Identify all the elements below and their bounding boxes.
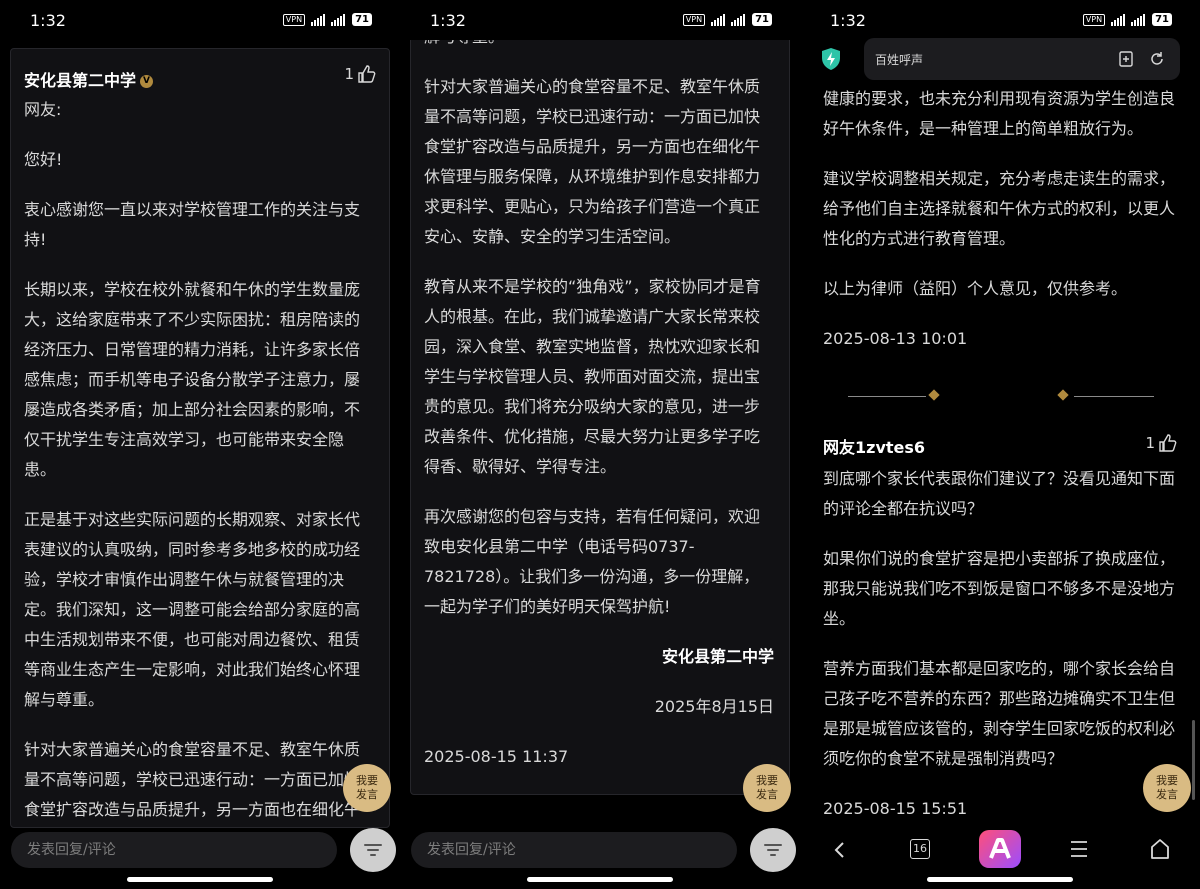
tabs-button[interactable]: 16 — [910, 839, 930, 859]
status-bar: 1:32 VPN 71 — [400, 0, 800, 40]
paragraph: 再次感谢您的包容与支持，若有任何疑问，欢迎致电安化县第二中学（电话号码0737-… — [424, 507, 761, 616]
paragraph: 衷心感谢您一直以来对学校管理工作的关注与支持! — [24, 200, 361, 249]
refresh-icon[interactable] — [1149, 51, 1165, 67]
divider — [1074, 396, 1154, 397]
verified-icon: V — [140, 75, 154, 88]
shield-button[interactable] — [820, 47, 842, 75]
paragraph: 长期以来，学校在校外就餐和午休的学生数量庞大，这给家庭带来了不少实际困扰：租房陪… — [24, 280, 361, 479]
sort-button[interactable] — [350, 828, 396, 872]
menu-icon[interactable] — [1069, 840, 1089, 858]
address-bar[interactable]: 百姓呼声 — [864, 38, 1180, 80]
scrollbar[interactable] — [1192, 720, 1195, 800]
like-count: 1 — [344, 65, 354, 83]
paragraph: 营养方面我们基本都是回家吃的，哪个家长会给自己孩子吃不营养的东西？那些路边摊确实… — [823, 659, 1176, 768]
shield-icon — [822, 48, 840, 70]
speak-label: 我要发言 — [356, 774, 378, 801]
post-timestamp: 2025-08-15 11:37 — [424, 747, 569, 766]
reply-body: 网友: 您好! 衷心感谢您一直以来对学校管理工作的关注与支持! 长期以来，学校在… — [24, 95, 374, 827]
reply-body: 到底哪个家长代表跟你们建议了？没看见通知下面的评论全都在抗议吗？ 如果你们说的食… — [823, 464, 1178, 844]
back-icon[interactable] — [830, 840, 850, 860]
status-bar: 1:32 VPN 71 — [800, 0, 1200, 40]
vpn-icon: VPN — [682, 13, 706, 26]
status-bar: 1:32 VPN 71 — [0, 0, 400, 40]
tab-count: 16 — [913, 842, 927, 855]
vpn-icon: VPN — [282, 13, 306, 26]
comment-timestamp: 2025-08-13 10:01 — [823, 329, 968, 348]
thumbs-up-icon — [1159, 434, 1177, 452]
author-name: 安化县第二中学 — [24, 71, 137, 90]
paragraph: 针对大家普遍关心的食堂容量不足、教室午休质量不高等问题，学校已迅速行动：一方面已… — [424, 77, 761, 246]
comment-input[interactable]: 发表回复/评论 — [411, 832, 737, 868]
vpn-icon: VPN — [1082, 13, 1106, 26]
system-icons: VPN 71 — [282, 13, 372, 26]
signature-date: 2025年8月15日 — [654, 697, 774, 716]
signal2-icon — [1131, 13, 1146, 26]
app-logo-icon — [989, 838, 1011, 859]
status-time: 1:32 — [830, 11, 866, 30]
app-home-button[interactable] — [979, 830, 1021, 868]
sort-icon — [764, 844, 782, 856]
paragraph: 如果你们说的食堂扩容是把小卖部拆了换成座位，那我只能说我们吃不到饭是窗口不够多不… — [823, 549, 1176, 628]
divider-ornament — [928, 389, 940, 401]
battery-icon: 71 — [1152, 13, 1172, 26]
paragraph: 健康的要求，也未充分利用现有资源为学生创造良好午休条件，是一种管理上的简单粗放行… — [823, 89, 1176, 138]
reply-body: 等商业生态产生一定影响，对此我们始终心怀理解与尊重。 针对大家普遍关心的食堂容量… — [424, 0, 774, 792]
paragraph: 您好! — [24, 150, 63, 169]
paragraph: 到底哪个家长代表跟你们建议了？没看见通知下面的评论全都在抗议吗？ — [823, 469, 1176, 518]
signal-icon — [311, 13, 326, 26]
reply-card: 安化县第二中学 V 1 网友: 您好! 衷心感谢您一直以来对学校管理工作的关注与支… — [10, 48, 390, 828]
paragraph: 网友: — [24, 100, 62, 119]
home-icon[interactable] — [1150, 838, 1170, 860]
signal-icon — [1111, 13, 1126, 26]
status-time: 1:32 — [430, 11, 466, 30]
system-icons: VPN 71 — [682, 13, 772, 26]
comment-bar: 发表回复/评论 — [0, 828, 400, 889]
bookmark-add-icon[interactable] — [1118, 51, 1134, 67]
panel-right: 1:32 VPN 71 百姓呼声 健康的要求，也未充分利用现有资源为学生创造良好… — [800, 0, 1200, 889]
browser-nav-bar: 16 — [800, 828, 1200, 889]
signal2-icon — [731, 13, 746, 26]
reply-author[interactable]: 网友1zvtes6 — [823, 434, 925, 458]
paragraph: 正是基于对这些实际问题的长期观察、对家长代表建议的认真吸纳，同时参考多地多校的成… — [24, 510, 361, 709]
sort-button[interactable] — [750, 828, 796, 872]
thumbs-up-icon — [358, 65, 376, 83]
panel-left: 1:32 VPN 71 安化县第二中学 V 1 网友: 您好! 衷心感谢您一直以来… — [0, 0, 400, 889]
status-time: 1:32 — [30, 11, 66, 30]
paragraph: 以上为律师（益阳）个人意见，仅供参考。 — [823, 279, 1128, 298]
comment-input[interactable]: 发表回复/评论 — [11, 832, 337, 868]
system-icons: VPN 71 — [1082, 13, 1172, 26]
comment-body: 健康的要求，也未充分利用现有资源为学生创造良好午休条件，是一种管理上的简单粗放行… — [823, 84, 1178, 374]
panel-middle: 等商业生态产生一定影响，对此我们始终心怀理解与尊重。 针对大家普遍关心的食堂容量… — [400, 0, 800, 889]
home-indicator — [527, 877, 673, 882]
battery-icon: 71 — [752, 13, 772, 26]
speak-label: 我要发言 — [756, 774, 778, 801]
paragraph: 教育从来不是学校的“独角戏”，家校协同才是育人的根基。在此，我们诚挚邀请广大家长… — [424, 277, 761, 476]
paragraph: 建议学校调整相关规定，充分考虑走读生的需求，给予他们自主选择就餐和午休方式的权利… — [823, 169, 1176, 248]
battery-icon: 71 — [352, 13, 372, 26]
like-count: 1 — [1145, 434, 1155, 452]
home-indicator — [127, 877, 273, 882]
like-button[interactable]: 1 — [1145, 433, 1178, 453]
speak-label: 我要发言 — [1156, 774, 1178, 801]
signature: 安化县第二中学 — [661, 647, 774, 666]
speak-button[interactable]: 我要发言 — [1143, 764, 1191, 812]
comment-bar: 发表回复/评论 — [400, 828, 800, 889]
address-text: 百姓呼声 — [875, 53, 924, 67]
divider-ornament — [1057, 389, 1069, 401]
post-author[interactable]: 安化县第二中学 V — [24, 67, 154, 91]
home-indicator — [927, 877, 1073, 882]
paragraph: 针对大家普遍关心的食堂容量不足、教室午休质量不高等问题，学校已迅速行动：一方面已… — [24, 740, 361, 819]
speak-button[interactable]: 我要发言 — [343, 764, 391, 812]
sort-icon — [364, 844, 382, 856]
speak-button[interactable]: 我要发言 — [743, 764, 791, 812]
signal2-icon — [331, 13, 346, 26]
signal-icon — [711, 13, 726, 26]
reply-timestamp: 2025-08-15 15:51 — [823, 799, 968, 818]
like-button[interactable]: 1 — [344, 64, 377, 84]
reply-card: 等商业生态产生一定影响，对此我们始终心怀理解与尊重。 针对大家普遍关心的食堂容量… — [410, 0, 790, 795]
divider — [848, 396, 926, 397]
